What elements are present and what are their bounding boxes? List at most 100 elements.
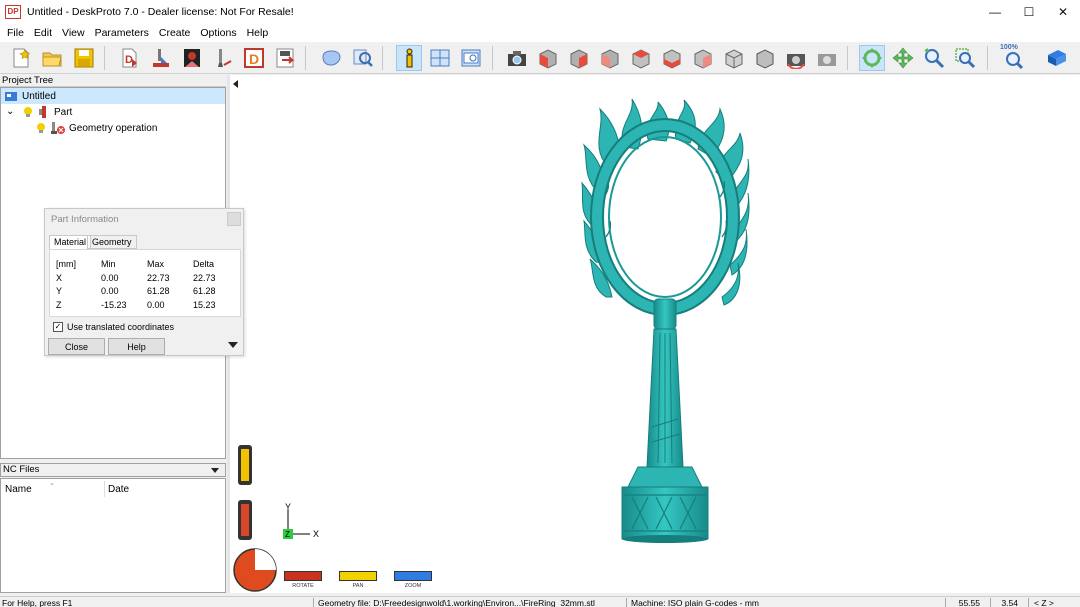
column-header-date[interactable]: Date bbox=[108, 484, 129, 495]
axis-label-z: Z bbox=[285, 530, 290, 539]
import-geometry-icon[interactable]: D bbox=[116, 45, 142, 71]
minimize-button[interactable]: — bbox=[978, 0, 1012, 24]
book-icon[interactable] bbox=[1044, 45, 1070, 71]
table-cell: 15.23 bbox=[193, 300, 216, 310]
pan-mode-icon[interactable] bbox=[890, 45, 916, 71]
rotate-camera-icon[interactable] bbox=[783, 45, 809, 71]
view-bottom-icon[interactable] bbox=[690, 45, 716, 71]
view-box-icon[interactable] bbox=[752, 45, 778, 71]
tool-icon[interactable] bbox=[210, 45, 236, 71]
part-info-table: [mm] Min Max Delta X 0.00 22.73 22.73 Y … bbox=[49, 249, 241, 317]
menu-create[interactable]: Create bbox=[154, 27, 196, 39]
info-icon[interactable] bbox=[396, 45, 422, 71]
mouse-mode-rotate[interactable] bbox=[284, 571, 322, 581]
nc-files-list[interactable]: Name ⌄ Date bbox=[0, 478, 226, 593]
part-information-dialog: Part Information Material Geometry [mm] … bbox=[44, 208, 244, 356]
table-cell: 61.28 bbox=[147, 286, 170, 296]
nc-files-header: NC Files bbox=[0, 463, 226, 477]
tree-item-geometry-operation[interactable]: Geometry operation bbox=[1, 120, 157, 136]
menu-view[interactable]: View bbox=[57, 27, 90, 39]
open-folder-icon[interactable] bbox=[39, 45, 65, 71]
render-icon[interactable] bbox=[179, 45, 205, 71]
status-bar: For Help, press F1 Geometry file: D:\Fre… bbox=[0, 596, 1080, 607]
table-cell: 22.73 bbox=[193, 273, 216, 283]
fire-ring-model bbox=[581, 98, 750, 543]
tab-geometry[interactable]: Geometry bbox=[87, 235, 137, 249]
tab-material[interactable]: Material bbox=[49, 235, 92, 249]
view-left-icon[interactable] bbox=[597, 45, 623, 71]
dialog-close-icon[interactable] bbox=[227, 212, 241, 226]
new-project-icon[interactable] bbox=[8, 45, 34, 71]
sort-indicator-icon: ⌄ bbox=[49, 480, 55, 487]
zoom-in-icon[interactable] bbox=[921, 45, 947, 71]
view-right-icon[interactable] bbox=[628, 45, 654, 71]
tree-item-part[interactable]: ⌄ Part bbox=[1, 104, 72, 120]
window-title: Untitled - DeskProto 7.0 - Dealer licens… bbox=[27, 6, 294, 18]
status-machine: Machine: ISO plain G-codes - mm bbox=[631, 598, 760, 607]
layout-icon[interactable] bbox=[427, 45, 453, 71]
view-iso-icon[interactable] bbox=[721, 45, 747, 71]
table-header: Min bbox=[101, 259, 116, 269]
menu-parameters[interactable]: Parameters bbox=[90, 27, 154, 39]
cube-3d-icon[interactable] bbox=[318, 45, 344, 71]
tree-label-project: Untitled bbox=[22, 90, 56, 102]
mouse-mode-pan[interactable] bbox=[339, 571, 377, 581]
save-icon[interactable] bbox=[71, 45, 97, 71]
status-geometry-file: Geometry file: D:\Freedesignwold\1.worki… bbox=[318, 598, 595, 607]
collapse-arrow-icon[interactable] bbox=[233, 80, 238, 88]
zoom-window-icon[interactable] bbox=[952, 45, 978, 71]
app-logo-icon: DP bbox=[5, 5, 21, 19]
table-header: Max bbox=[147, 259, 165, 269]
camera-grey-icon[interactable] bbox=[814, 45, 840, 71]
window-icon[interactable] bbox=[458, 45, 484, 71]
title-bar: DP Untitled - DeskProto 7.0 - Dealer lic… bbox=[0, 0, 1080, 24]
expand-dialog-icon[interactable] bbox=[228, 342, 238, 348]
column-header-name[interactable]: Name bbox=[5, 484, 32, 495]
geometry-operation-icon bbox=[50, 121, 66, 135]
rotation-dial[interactable] bbox=[232, 547, 278, 593]
table-cell: 22.73 bbox=[147, 273, 170, 283]
mouse-mode-zoom[interactable] bbox=[394, 571, 432, 581]
3d-viewport[interactable]: Y Z X ROTATE PAN ZOOM bbox=[230, 75, 1080, 593]
use-translated-coordinates-row[interactable]: ✓ Use translated coordinates bbox=[53, 322, 174, 332]
maximize-button[interactable]: ☐ bbox=[1012, 0, 1046, 24]
help-button[interactable]: Help bbox=[108, 338, 165, 355]
tree-item-project[interactable]: Untitled bbox=[1, 88, 225, 104]
close-window-button[interactable]: ✕ bbox=[1046, 0, 1080, 24]
lightbulb-icon[interactable] bbox=[23, 106, 33, 118]
deskproto-window: DP Untitled - DeskProto 7.0 - Dealer lic… bbox=[0, 0, 1080, 607]
view-front-icon[interactable] bbox=[535, 45, 561, 71]
expand-chevron-icon[interactable]: ⌄ bbox=[6, 107, 16, 117]
operation-icon[interactable] bbox=[148, 45, 174, 71]
project-icon bbox=[4, 90, 18, 102]
rotate-slider[interactable] bbox=[238, 500, 252, 540]
table-cell: -15.23 bbox=[101, 300, 127, 310]
zoom-slider[interactable] bbox=[238, 445, 252, 485]
menu-options[interactable]: Options bbox=[195, 27, 241, 39]
dialog-title: Part Information bbox=[51, 214, 119, 225]
status-x-coordinate: 55.55 bbox=[958, 598, 980, 607]
table-cell: 0.00 bbox=[147, 300, 165, 310]
status-y-coordinate: 3.54 bbox=[1001, 598, 1018, 607]
search-zoom-icon[interactable] bbox=[350, 45, 376, 71]
mouse-mode-pan-label: PAN bbox=[352, 583, 364, 589]
view-top-icon[interactable] bbox=[659, 45, 685, 71]
camera-icon[interactable] bbox=[504, 45, 530, 71]
checkbox-label: Use translated coordinates bbox=[67, 322, 175, 332]
draw-icon[interactable]: D bbox=[241, 45, 267, 71]
menu-edit[interactable]: Edit bbox=[29, 27, 57, 39]
status-z-coordinate: < Z > bbox=[1034, 598, 1054, 607]
view-back-icon[interactable] bbox=[566, 45, 592, 71]
rotate-slider-thumb[interactable] bbox=[241, 504, 249, 536]
status-help: For Help, press F1 bbox=[2, 598, 73, 607]
export-icon[interactable] bbox=[272, 45, 298, 71]
rotate-mode-icon[interactable] bbox=[859, 45, 885, 71]
table-cell: Z bbox=[56, 300, 62, 310]
lightbulb-icon[interactable] bbox=[36, 122, 46, 134]
zoom-slider-thumb[interactable] bbox=[241, 449, 249, 481]
dropdown-arrow-icon[interactable] bbox=[211, 468, 219, 473]
use-translated-coordinates-checkbox[interactable]: ✓ bbox=[53, 322, 63, 332]
menu-file[interactable]: File bbox=[2, 27, 29, 39]
menu-help[interactable]: Help bbox=[242, 27, 274, 39]
close-button[interactable]: Close bbox=[48, 338, 105, 355]
